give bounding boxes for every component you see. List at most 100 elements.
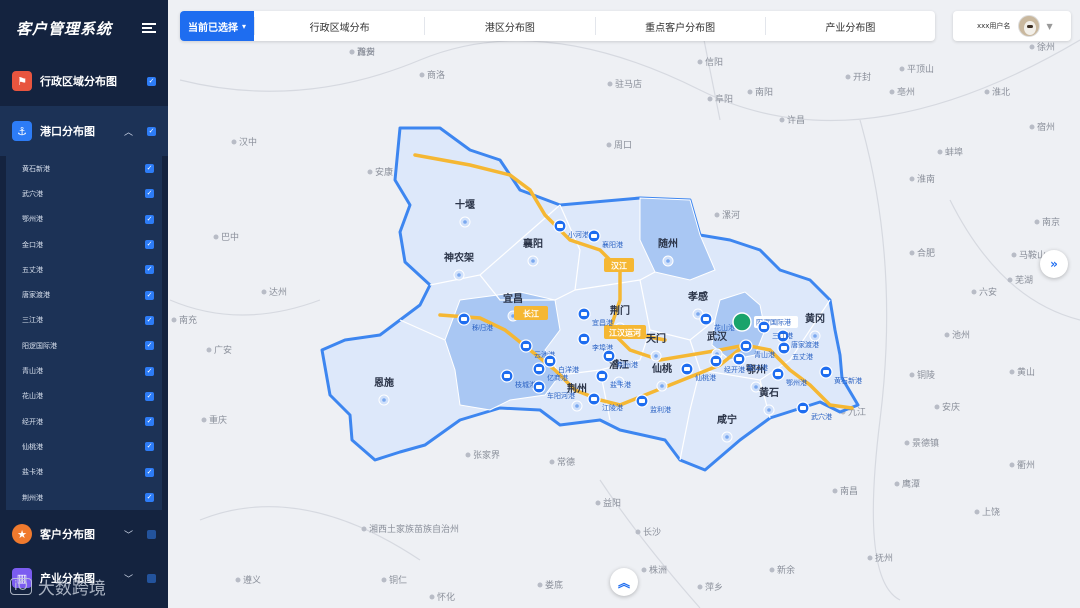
section-port-label: 港口分布图 (40, 125, 95, 138)
port-item-checkbox[interactable]: ✓ (145, 442, 154, 452)
map-canvas[interactable]: 西安商洛汉中安康巴中达州南充广安重庆遵义 铜仁怀化娄底株洲萍乡新余湘西土家族苗族自… (168, 0, 1080, 608)
port-item-checkbox[interactable]: ✓ (145, 214, 154, 224)
port-list-item[interactable]: 鄂州港 ✓ (6, 207, 162, 232)
bg-place-label: 亳州 (897, 86, 915, 98)
port-list-item-label: 三江港 (22, 316, 43, 325)
section-admin[interactable]: ⚑ 行政区域分布图 ✓ (0, 56, 168, 106)
chevron-down-icon[interactable]: ﹀ (124, 528, 133, 541)
port-list-item[interactable]: 黄石新港 ✓ (6, 156, 162, 181)
city-label: 神农架 (444, 251, 474, 264)
port-label: 唐家渡港 (791, 340, 819, 349)
port-item-checkbox[interactable]: ✓ (145, 493, 154, 502)
city-label: 仙桃 (652, 362, 672, 375)
port-list-item[interactable]: 唐家渡港 ✓ (6, 282, 162, 307)
bg-place-label: 衢州 (1017, 459, 1035, 471)
bg-place-label: 安庆 (942, 401, 960, 413)
port-label: 监利港 (650, 405, 671, 414)
collapse-up-button[interactable]: ︽ (610, 568, 638, 596)
section-admin-label: 行政区域分布图 (40, 75, 117, 88)
bg-place-label: 徐州 (1037, 41, 1055, 53)
port-list-item[interactable]: 花山港 ✓ (6, 384, 162, 409)
port-item-checkbox[interactable]: ✓ (145, 366, 154, 376)
city-label: 孝感 (687, 290, 708, 303)
bg-place-label: 汉中 (239, 136, 257, 148)
bg-place-label: 淮北 (992, 87, 1010, 98)
section-customer[interactable]: ★ 客户分布图 ﹀ (0, 512, 168, 556)
tab-admin-region[interactable]: 行政区域分布 (254, 17, 424, 35)
expand-panel-button[interactable]: » (1040, 250, 1068, 278)
bg-place-label: 黄山 (1017, 366, 1035, 378)
flag-icon: ⚑ (12, 71, 32, 91)
port-label: 车阳河港 (547, 391, 575, 400)
double-chevron-up-icon: ︽ (617, 575, 630, 590)
port-label: 武穴港 (811, 412, 832, 421)
bg-place-label: 上饶 (982, 506, 1000, 518)
port-label: 经开港 (724, 365, 745, 374)
port-item-checkbox[interactable]: ✓ (145, 391, 154, 401)
river-label: 汉江 (604, 258, 634, 272)
bg-place-label: 开封 (853, 71, 871, 83)
tab-port-map[interactable]: 港区分布图 (424, 17, 594, 35)
port-list-item[interactable]: 荆州港 ✓ (6, 485, 162, 510)
port-item-checkbox[interactable]: ✓ (145, 315, 154, 325)
port-item-checkbox[interactable]: ✓ (145, 189, 154, 199)
user-menu[interactable]: xxx用户名 ▼ (953, 11, 1071, 41)
chevron-down-icon[interactable]: ﹀ (124, 572, 133, 585)
port-label: 五丈港 (792, 352, 813, 361)
port-list-item[interactable]: 武穴港 ✓ (6, 181, 162, 206)
port-list-item[interactable]: 金口港 ✓ (6, 232, 162, 257)
menu-toggle-icon[interactable] (142, 23, 156, 33)
port-item-checkbox[interactable]: ✓ (145, 240, 154, 250)
port-list-item[interactable]: 三江港 ✓ (6, 308, 162, 333)
chevron-up-icon[interactable]: ︿ (124, 125, 133, 138)
port-item-checkbox[interactable]: ✓ (145, 417, 154, 427)
port-list-item[interactable]: 经开港 ✓ (6, 409, 162, 434)
port-item-checkbox[interactable]: ✓ (145, 290, 154, 300)
star-icon: ★ (12, 524, 32, 545)
current-selection-dropdown[interactable]: 当前已选择 ▾ (180, 11, 254, 41)
app-title: 客户管理系统 (16, 19, 113, 38)
port-list-item[interactable]: 青山港 ✓ (6, 358, 162, 383)
bg-place-label: 重庆 (209, 414, 227, 426)
port-label: 仙桃港 (695, 373, 716, 382)
map-view[interactable]: 西安 商洛 汉中 安康 巴中 达州 南充 广安 重庆 遵义 铜仁 怀化 娄底 株洲 萍乡 新余 湘西土家族苗族自… (168, 0, 1080, 608)
port-label: 亿商港 (547, 373, 568, 382)
tab-key-customer-map[interactable]: 重点客户分布图 (594, 17, 765, 35)
port-list-item[interactable]: 阳逻国际港 ✓ (6, 333, 162, 358)
section-port-checkbox[interactable]: ✓ (147, 126, 156, 136)
city-label: 襄阳 (522, 237, 543, 250)
port-list-item[interactable]: 五丈港 ✓ (6, 257, 162, 282)
port-list-item[interactable]: 仙桃港 ✓ (6, 434, 162, 459)
bg-place-label: 常德 (557, 456, 575, 468)
city-label: 恩施 (374, 376, 394, 389)
port-list-item-label: 黄石新港 (22, 164, 50, 173)
port-label: 三江港 (772, 331, 793, 340)
port-label: 荆州港 (617, 360, 638, 369)
bg-place-label: 滁州 (357, 47, 375, 58)
section-port[interactable]: ⚓ 港口分布图 ︿ ✓ (0, 106, 168, 156)
port-label: 黄石新港 (834, 376, 862, 385)
port-item-checkbox[interactable]: ✓ (145, 341, 154, 351)
tab-industry-map[interactable]: 产业分布图 (764, 17, 935, 35)
port-item-checkbox[interactable]: ✓ (145, 467, 154, 477)
port-item-checkbox[interactable]: ✓ (145, 265, 154, 275)
section-customer-checkbox[interactable] (147, 529, 156, 539)
port-list-item-label: 金口港 (22, 240, 43, 249)
port-label: 小河港 (568, 230, 589, 239)
city-label: 咸宁 (717, 413, 737, 426)
bg-place-label: 娄底 (545, 579, 563, 591)
bg-place-label: 信阳 (705, 56, 723, 68)
bg-place-label: 周口 (614, 140, 632, 151)
port-list-item-label: 盐卡港 (22, 468, 43, 477)
bg-place-label: 鹰潭 (902, 478, 920, 490)
port-label: 鄂州港 (786, 378, 807, 387)
section-industry-checkbox[interactable] (147, 573, 156, 583)
bg-place-label: 长沙 (643, 526, 661, 538)
section-admin-checkbox[interactable]: ✓ (147, 76, 156, 86)
chevron-down-icon: ▾ (241, 21, 246, 31)
chevron-down-icon: ▼ (1046, 21, 1053, 31)
port-list-item[interactable]: 盐卡港 ✓ (6, 460, 162, 485)
river-label: 长江 (514, 306, 548, 320)
port-item-checkbox[interactable]: ✓ (145, 164, 154, 174)
port-label: 秭归港 (472, 323, 493, 332)
